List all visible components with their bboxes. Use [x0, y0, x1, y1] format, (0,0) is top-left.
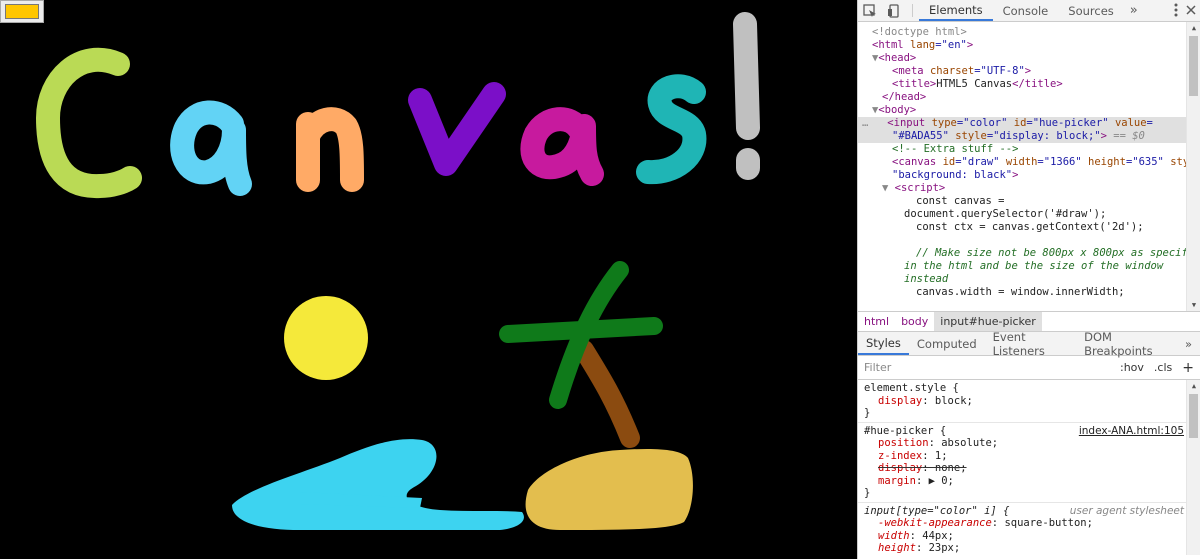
dom-line-selected[interactable]: … <input type="color" id="hue-picker" va…	[858, 117, 1200, 130]
devtools-panel: Elements Console Sources » <!doctype htm…	[857, 0, 1200, 559]
dom-line[interactable]: ▼ <script>	[858, 182, 1200, 195]
breadcrumb-html[interactable]: html	[858, 312, 895, 331]
scroll-thumb[interactable]	[1189, 36, 1198, 96]
styles-filterbar: Filter :hov .cls +	[858, 356, 1200, 380]
letter-n-stroke	[296, 107, 364, 192]
rule-hue-picker: #hue-picker { index-ANA.html:105 positio…	[858, 423, 1200, 503]
new-rule-button[interactable]: +	[1182, 360, 1194, 376]
breadcrumb-input[interactable]: input#hue-picker	[934, 312, 1042, 331]
more-tabs-button[interactable]: »	[1124, 0, 1144, 21]
filter-input[interactable]: Filter	[864, 361, 1110, 374]
hov-button[interactable]: :hov	[1120, 361, 1144, 374]
tab-computed[interactable]: Computed	[909, 332, 985, 355]
more-subtabs-button[interactable]: »	[1177, 332, 1200, 355]
dom-line[interactable]: const ctx = canvas.getContext('2d');	[858, 221, 1200, 234]
dom-tree-scrollbar[interactable]: ▲ ▼	[1186, 22, 1200, 311]
style-property-overridden[interactable]: display: none;	[864, 462, 1184, 475]
style-property[interactable]: margin: ▶ 0;	[864, 475, 1184, 488]
styles-scrollbar[interactable]: ▲	[1186, 380, 1200, 555]
dom-line[interactable]: document.querySelector('#draw');	[858, 208, 1200, 221]
dom-line[interactable]: ▼<head>	[858, 52, 1200, 65]
dom-line	[858, 234, 1200, 247]
dom-line[interactable]: </head>	[858, 91, 1200, 104]
letter-v-stroke	[408, 82, 506, 176]
letter-c-stroke	[36, 47, 142, 199]
style-property[interactable]: display: block;	[864, 395, 1184, 408]
breadcrumb-body[interactable]: body	[895, 312, 934, 331]
cls-button[interactable]: .cls	[1154, 361, 1172, 374]
tab-event-listeners[interactable]: Event Listeners	[985, 330, 1076, 358]
expand-triangle-icon[interactable]: ▼	[882, 182, 895, 194]
dom-line[interactable]: canvas.width = window.innerWidth;	[858, 286, 1200, 299]
dom-line[interactable]: const canvas =	[858, 195, 1200, 208]
canvas-drawing	[36, 12, 760, 530]
letter-s-stroke	[636, 74, 707, 185]
style-property[interactable]: -webkit-appearance: square-button;	[864, 517, 1184, 530]
styles-subtabs: Styles Computed Event Listeners DOM Brea…	[858, 330, 1200, 358]
dom-line[interactable]: <!-- Extra stuff -->	[858, 143, 1200, 156]
style-property[interactable]: width: 44px;	[864, 530, 1184, 543]
tab-sources[interactable]: Sources	[1058, 0, 1124, 21]
tabbar-separator	[912, 4, 913, 17]
letter-exclaim-stroke	[733, 12, 760, 140]
rule-close: }	[864, 487, 871, 499]
dom-line[interactable]: <canvas id="draw" width="1366" height="6…	[858, 156, 1200, 169]
devtools-tabbar: Elements Console Sources »	[858, 0, 1200, 22]
dom-line[interactable]: <!doctype html>	[858, 26, 1200, 39]
scroll-thumb[interactable]	[1189, 394, 1198, 438]
dom-line[interactable]: "background: black">	[858, 169, 1200, 182]
letter-a-stroke	[170, 100, 252, 196]
color-swatch	[5, 4, 39, 19]
styles-pane: element.style { display: block; } #hue-p…	[858, 380, 1200, 555]
rule-selector[interactable]: element.style {	[864, 382, 1184, 395]
scroll-up-icon[interactable]: ▲	[1187, 22, 1200, 34]
style-property[interactable]: height: 23px;	[864, 542, 1184, 555]
sand-island	[525, 448, 693, 530]
scroll-down-icon[interactable]: ▼	[1187, 299, 1200, 311]
inspect-element-icon[interactable]	[858, 0, 882, 21]
dom-line[interactable]: ▼<body>	[858, 104, 1200, 117]
dom-line[interactable]: <title>HTML5 Canvas</title>	[858, 78, 1200, 91]
ellipsis-icon[interactable]: …	[862, 117, 887, 129]
rule-close: }	[864, 407, 871, 419]
dom-line[interactable]: <html lang="en">	[858, 39, 1200, 52]
rule-source-link[interactable]: index-ANA.html:105	[1079, 425, 1184, 438]
close-icon[interactable]	[1186, 4, 1196, 18]
rule-source-label: user agent stylesheet	[1069, 504, 1184, 517]
scroll-up-icon[interactable]: ▲	[1187, 380, 1200, 392]
dom-line[interactable]: in the html and be the size of the windo…	[858, 260, 1200, 273]
tab-elements[interactable]: Elements	[919, 0, 993, 21]
drawing-canvas[interactable]	[0, 0, 857, 559]
sun	[284, 296, 368, 380]
style-property[interactable]: z-index: 1;	[864, 450, 1184, 463]
hue-picker-input[interactable]	[0, 0, 44, 23]
style-property[interactable]: position: absolute;	[864, 437, 1184, 450]
kebab-menu-icon[interactable]	[1174, 3, 1178, 20]
tab-styles[interactable]: Styles	[858, 332, 909, 355]
tab-console[interactable]: Console	[993, 0, 1059, 21]
dom-line[interactable]: // Make size not be 800px x 800px as spe…	[858, 247, 1200, 260]
dom-line-selected[interactable]: "#BADA55" style="display: block;"> == $0	[858, 130, 1200, 143]
palm-trunk	[574, 340, 640, 448]
tab-dom-breakpoints[interactable]: DOM Breakpoints	[1076, 330, 1177, 358]
dom-line[interactable]: instead	[858, 273, 1200, 286]
rule-user-agent: input[type="color" i] { user agent style…	[858, 503, 1200, 556]
water-strokes	[232, 439, 524, 530]
letter-a2-stroke	[520, 107, 604, 186]
dom-line[interactable]: <meta charset="UTF-8">	[858, 65, 1200, 78]
dom-tree[interactable]: <!doctype html> <html lang="en"> ▼<head>…	[858, 22, 1200, 312]
device-toolbar-icon[interactable]	[882, 0, 906, 21]
rule-element-style: element.style { display: block; }	[858, 380, 1200, 423]
